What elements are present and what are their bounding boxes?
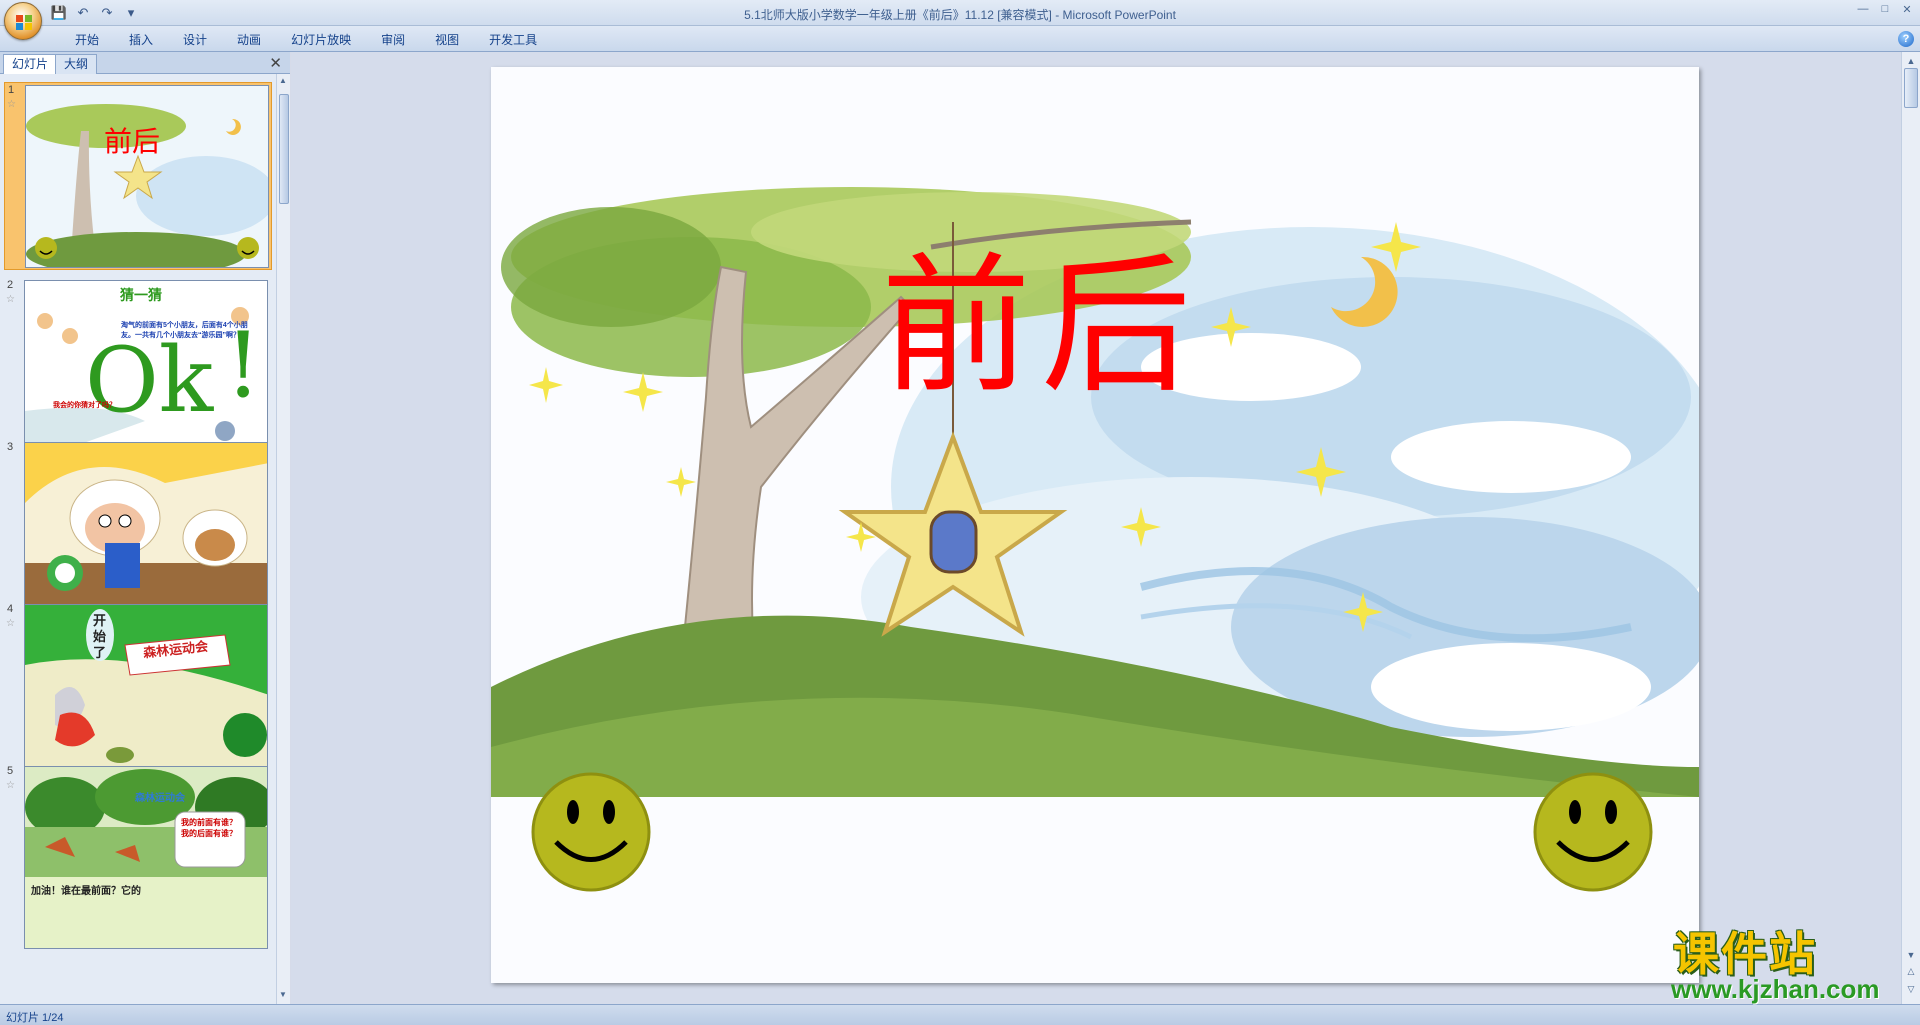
tab-slides[interactable]: 幻灯片 [3,54,58,74]
slide-4-preview: 开始了 森林运动会 [24,604,268,787]
slide-thumbnails: 1 ☆ 前后 2 ☆ Ok ! 猜一猜 淘气的前面有5个小朋友，后面有4个小朋友… [0,74,276,1004]
slide-5-preview: 森林运动会 我的前面有谁？我的后面有谁？ 加油！谁在最前面？它的 [24,766,268,949]
tab-outline[interactable]: 大纲 [55,54,98,74]
slide-4-vertical-text: 开始了 [93,613,107,660]
slide-number: 1 [8,84,15,96]
slide-2-title: 猜一猜 [120,287,162,303]
tab-review[interactable]: 审阅 [366,30,420,50]
scroll-thumb[interactable] [279,94,289,204]
tab-developer[interactable]: 开发工具 [474,30,552,50]
next-slide-icon[interactable]: ▽ [1904,982,1918,996]
slide-thumbnail-3[interactable]: 3 [4,440,272,628]
slide-number: 3 [7,441,14,453]
slide-5-caption: 加油！谁在最前面？它的 [31,886,141,897]
office-logo-icon [16,15,32,30]
slide-1-preview: 前后 [25,85,269,268]
slide-2-text: 淘气的前面有5个小朋友，后面有4个小朋友。一共有几个小朋友去“游乐园”啊？ [121,322,248,339]
minimize-icon[interactable]: — [1856,3,1870,16]
slide-thumbnail-5[interactable]: 5 ☆ 森林运动会 我的前面有谁？我的后面有谁？ 加油！谁在最前面？它的 [4,764,272,952]
scroll-up-icon[interactable]: ▲ [1904,54,1918,68]
slide-editor: 前后 [291,52,1901,1004]
close-icon[interactable]: ✕ [1900,3,1914,16]
watermark-url: www.kjzhan.com [1671,974,1880,1004]
status-bar: 幻灯片 1/24 [0,1004,1920,1025]
slide-2-caption: 我会的你猜对了吗？ [53,402,116,409]
tab-home[interactable]: 开始 [60,30,114,50]
slide-2-preview: Ok ! 猜一猜 淘气的前面有5个小朋友，后面有4个小朋友。一共有几个小朋友去“… [24,280,268,463]
tab-insert[interactable]: 插入 [114,30,168,50]
scroll-down-icon[interactable]: ▼ [279,990,287,999]
ribbon-tabs: 开始 插入 设计 动画 幻灯片放映 审阅 视图 开发工具 [60,30,552,50]
slide-number: 5 [7,765,14,777]
pane-tabs: 幻灯片 大纲 ✕ [0,52,290,74]
previous-slide-icon[interactable]: △ [1904,964,1918,978]
slide-3-art [25,443,267,624]
slide-5-bubble: 我的前面有谁？我的后面有谁？ [181,818,237,838]
slide-1-thumb-title: 前后 [104,125,161,158]
svg-text:Ok: Ok [85,328,215,433]
scroll-up-icon[interactable]: ▲ [279,76,287,85]
current-slide[interactable]: 前后 [491,67,1699,983]
title-bar: 💾 ↶ ↷ ▾ 5.1北师大版小学数学一年级上册《前后》11.12 [兼容模式]… [0,0,1920,40]
slide-3-preview [24,442,268,625]
editor-scrollbar[interactable]: ▲ ▼ △ ▽ [1901,52,1920,1004]
scroll-thumb[interactable] [1904,68,1918,108]
slide-2-art: Ok ! [25,281,267,462]
slide-background-art [491,187,1699,983]
watermark: 课件站 www.kjzhan.com [1665,918,1905,1004]
window-title: 5.1北师大版小学数学一年级上册《前后》11.12 [兼容模式] - Micro… [744,8,1176,22]
ribbon: 开始 插入 设计 动画 幻灯片放映 审阅 视图 开发工具 ? [0,26,1920,52]
tab-slideshow[interactable]: 幻灯片放映 [276,30,366,50]
thumbnails-scrollbar[interactable]: ▲ ▼ [276,74,290,1004]
slide-title[interactable]: 前后 [881,252,1201,402]
tab-view[interactable]: 视图 [420,30,474,50]
slide-number: 2 [7,279,14,291]
animation-star-icon: ☆ [6,618,15,629]
tab-design[interactable]: 设计 [168,30,222,50]
slide-number: 4 [7,603,14,615]
slide-thumbnail-1[interactable]: 1 ☆ 前后 [4,82,272,270]
slide-5-banner: 森林运动会 [135,793,185,804]
window-controls: — □ ✕ [1856,3,1914,16]
slide-thumbnail-2[interactable]: 2 ☆ Ok ! 猜一猜 淘气的前面有5个小朋友，后面有4个小朋友。一共有几个小… [4,278,272,466]
slides-pane: 幻灯片 大纲 ✕ 1 ☆ 前后 2 ☆ Ok ! 猜一猜 淘气的前面有5个小朋友… [0,52,290,1004]
animation-star-icon: ☆ [7,99,16,110]
slide-4-art [25,605,267,786]
close-pane-icon[interactable]: ✕ [269,54,282,72]
office-button[interactable] [4,2,42,40]
slide-thumbnail-4[interactable]: 4 ☆ 开始了 森林运动会 [4,602,272,790]
tab-animations[interactable]: 动画 [222,30,276,50]
slide-1-art [26,86,268,267]
slide-counter: 幻灯片 1/24 [6,1012,64,1024]
restore-icon[interactable]: □ [1878,3,1892,16]
animation-star-icon: ☆ [6,780,15,791]
scroll-down-icon[interactable]: ▼ [1904,948,1918,962]
animation-star-icon: ☆ [6,294,15,305]
help-icon[interactable]: ? [1898,31,1914,47]
